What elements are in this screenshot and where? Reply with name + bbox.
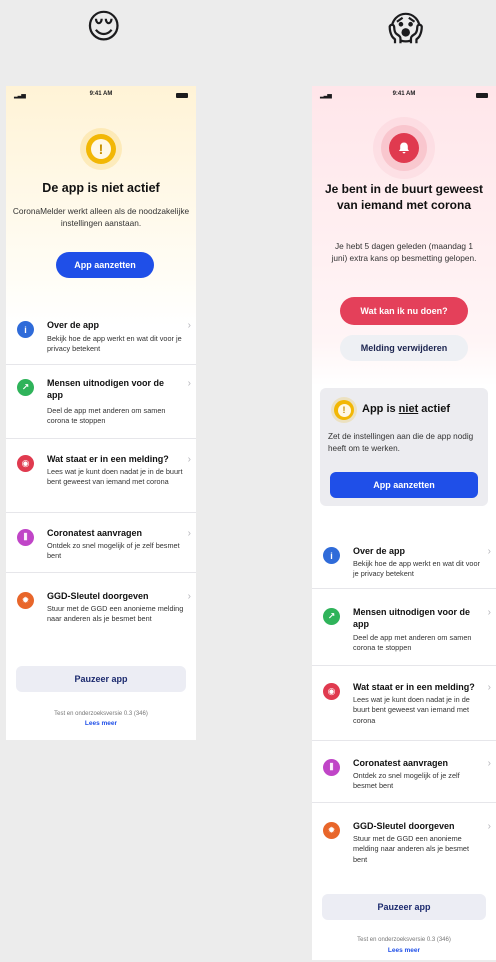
read-more-link[interactable]: Lees meer — [6, 720, 196, 727]
phone-screen-inactive: ▂▃▅ 9:41 AM ! De app is niet actief Coro… — [6, 86, 196, 740]
status-bar: ▂▃▅ 9:41 AM — [312, 90, 496, 102]
test-tube-icon: ⫴ — [17, 529, 34, 546]
page-description: Je hebt 5 dagen geleden (maandag 1 juni)… — [331, 241, 477, 263]
list-item-title: Mensen uitnodigen voor de app — [353, 607, 471, 629]
list-item-title: Over de app — [47, 320, 100, 330]
chevron-right-icon: › — [187, 454, 191, 465]
list-item-desc: Stuur met de GGD een anonieme melding na… — [353, 834, 470, 864]
inactive-card: ! App is niet actief Zet de instellingen… — [320, 388, 488, 506]
list-item-title: Mensen uitnodigen voor de app — [47, 378, 165, 400]
what-now-button[interactable]: Wat kan ik nu doen? — [340, 297, 468, 325]
screaming-emoji: 😱 — [388, 9, 424, 49]
chevron-right-icon: › — [187, 378, 191, 389]
page-title: Je bent in de buurt geweest van iemand m… — [324, 182, 484, 212]
enable-app-button[interactable]: App aanzetten — [56, 252, 154, 278]
list-item-ggd-key[interactable]: ✹ GGD-Sleutel doorgeven Stuur met de GGD… — [6, 589, 196, 645]
list-item-desc: Ontdek zo snel mogelijk of je zelf besme… — [353, 771, 460, 791]
list-item-desc: Lees wat je kunt doen nadat je in de buu… — [47, 467, 183, 487]
list-item-notification-info[interactable]: ◉ Wat staat er in een melding? Lees wat … — [6, 452, 196, 513]
key-icon: ✹ — [323, 822, 340, 839]
list-item-invite[interactable]: ↗ Mensen uitnodigen voor de app Deel de … — [6, 376, 196, 439]
list-item-about[interactable]: i Over de app Bekijk hoe de app werkt en… — [6, 318, 196, 365]
version-text: Test en onderzoeksversie 0.3 (346) — [357, 937, 451, 943]
remove-notification-button[interactable]: Melding verwijderen — [340, 335, 468, 361]
enable-app-button[interactable]: App aanzetten — [330, 472, 478, 498]
phone-screen-exposure: ▂▃▅ 9:41 AM Je bent in de buurt geweest … — [312, 86, 496, 960]
list-item-desc: Bekijk hoe de app werkt en wat dit voor … — [353, 559, 480, 579]
list-item-title: Wat staat er in een melding? — [47, 454, 169, 464]
share-icon: ↗ — [323, 608, 340, 625]
chevron-right-icon: › — [487, 758, 491, 769]
status-bar: ▂▃▅ 9:41 AM — [6, 90, 196, 102]
list-item-about[interactable]: i Over de app Bekijk hoe de app werkt en… — [312, 544, 496, 589]
chevron-right-icon: › — [187, 591, 191, 602]
relieved-emoji: 😌 — [86, 7, 122, 47]
chevron-right-icon: › — [187, 320, 191, 331]
list-item-title: GGD-Sleutel doorgeven — [47, 591, 149, 601]
chevron-right-icon: › — [487, 821, 491, 832]
pause-app-button[interactable]: Pauzeer app — [322, 894, 486, 920]
chevron-right-icon: › — [487, 682, 491, 693]
list-item-test[interactable]: ⫴ Coronatest aanvragen Ontdek zo snel mo… — [312, 756, 496, 803]
list-item-desc: Bekijk hoe de app werkt en wat dit voor … — [47, 334, 182, 354]
status-time: 9:41 AM — [89, 91, 113, 97]
list-item-test[interactable]: ⫴ Coronatest aanvragen Ontdek zo snel mo… — [6, 526, 196, 573]
list-item-ggd-key[interactable]: ✹ GGD-Sleutel doorgeven Stuur met de GGD… — [312, 819, 496, 871]
card-title: App is niet actief — [362, 403, 451, 415]
list-item-desc: Lees wat je kunt doen nadat je in de buu… — [353, 695, 470, 725]
warning-icon: ! — [86, 134, 116, 164]
list-item-title: Coronatest aanvragen — [47, 528, 143, 538]
battery-icon — [176, 93, 188, 98]
bell-icon — [389, 133, 419, 163]
test-tube-icon: ⫴ — [323, 759, 340, 776]
version-text: Test en onderzoeksversie 0.3 (346) — [54, 711, 148, 717]
card-description: Zet de instellingen aan die de app nodig… — [328, 432, 474, 453]
read-more-link[interactable]: Lees meer — [312, 947, 496, 954]
alert-icon: ◉ — [17, 455, 34, 472]
list-item-notification-info[interactable]: ◉ Wat staat er in een melding? Lees wat … — [312, 680, 496, 741]
chevron-right-icon: › — [187, 528, 191, 539]
list-item-desc: Ontdek zo snel mogelijk of je zelf besme… — [47, 541, 180, 561]
info-icon: i — [17, 321, 34, 338]
page-description: CoronaMelder werkt alleen als de noodzak… — [12, 206, 190, 228]
list-item-invite[interactable]: ↗ Mensen uitnodigen voor de app Deel de … — [312, 605, 496, 666]
chevron-right-icon: › — [487, 546, 491, 557]
list-item-desc: Stuur met de GGD een anonieme melding na… — [47, 604, 184, 624]
warning-icon: ! — [334, 400, 354, 420]
page-title: De app is niet actief — [42, 181, 160, 195]
status-time: 9:41 AM — [392, 91, 416, 97]
alert-icon: ◉ — [323, 683, 340, 700]
list-item-desc: Deel de app met anderen om samen corona … — [353, 633, 472, 653]
key-icon: ✹ — [17, 592, 34, 609]
battery-icon — [476, 93, 488, 98]
list-item-desc: Deel de app met anderen om samen corona … — [47, 406, 166, 426]
list-item-title: Over de app — [353, 546, 406, 556]
chevron-right-icon: › — [487, 607, 491, 618]
info-icon: i — [323, 547, 340, 564]
share-icon: ↗ — [17, 379, 34, 396]
list-item-title: Coronatest aanvragen — [353, 758, 449, 768]
list-item-title: Wat staat er in een melding? — [353, 682, 475, 692]
pause-app-button[interactable]: Pauzeer app — [16, 666, 186, 692]
list-item-title: GGD-Sleutel doorgeven — [353, 821, 455, 831]
